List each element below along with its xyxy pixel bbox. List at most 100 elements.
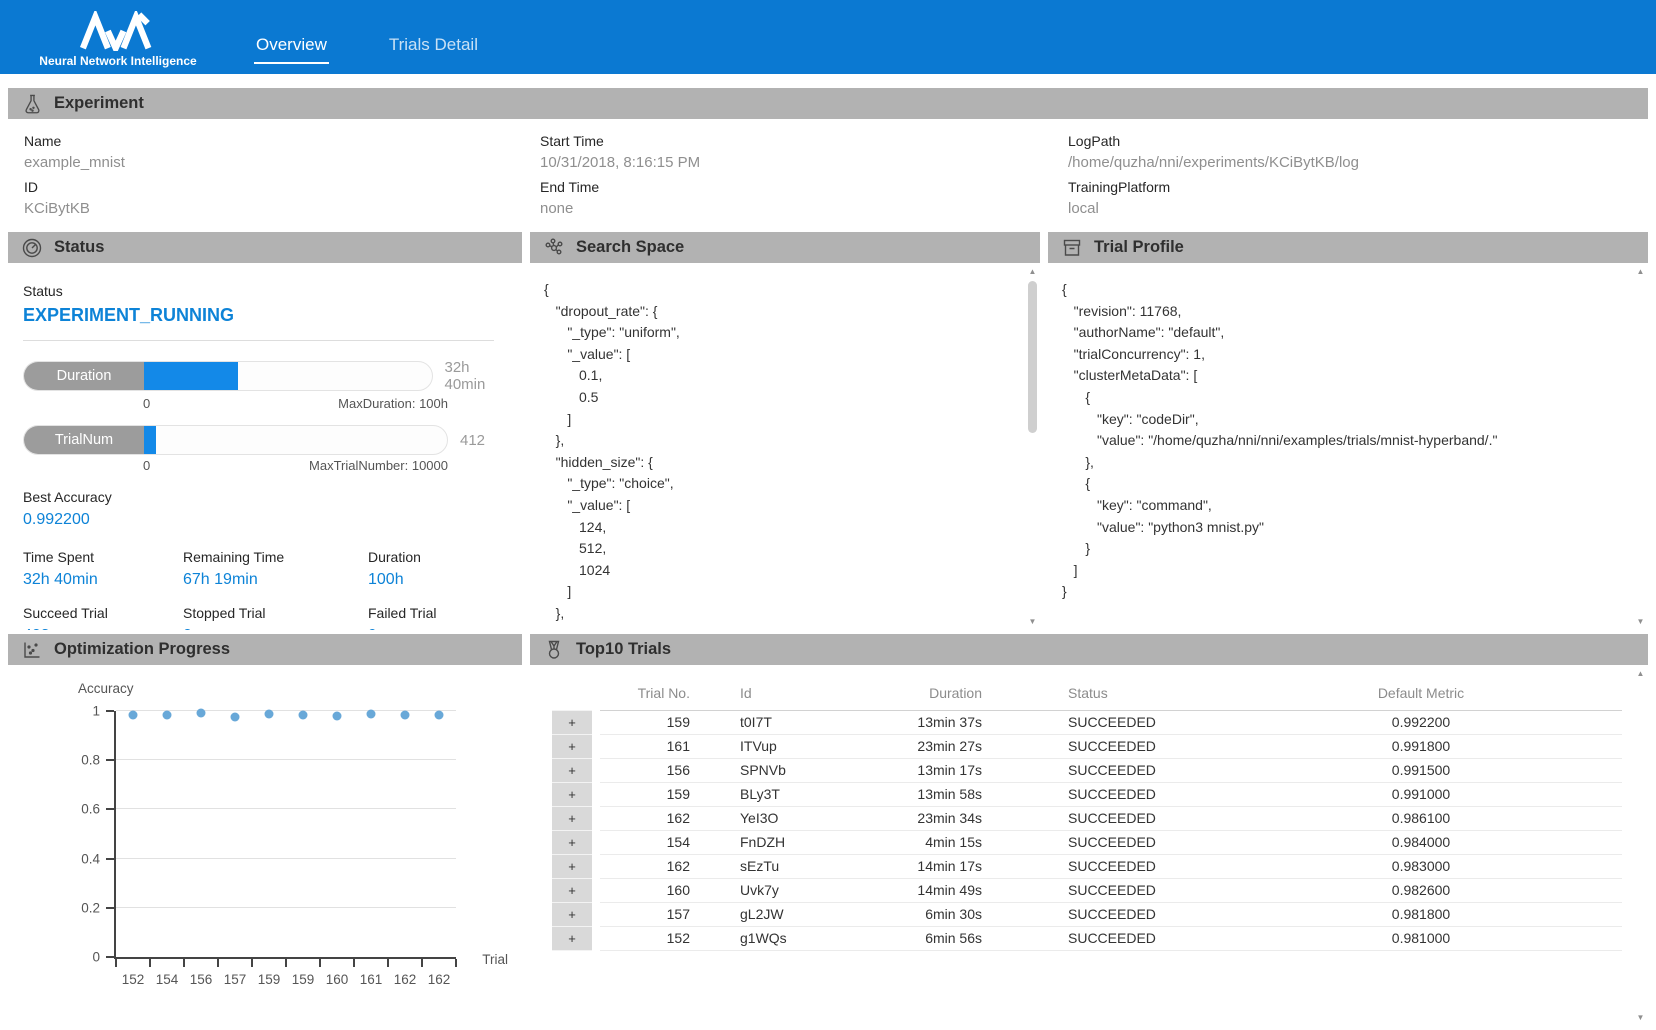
json-line: 512,	[544, 538, 1018, 560]
expand-row-button[interactable]: +	[552, 783, 592, 807]
data-point[interactable]	[163, 711, 172, 720]
expand-row-button[interactable]: +	[552, 903, 592, 927]
cell-default-metric: 0.991800	[1220, 735, 1622, 759]
status-badge: SUCCEEDED	[1000, 855, 1220, 879]
cell-default-metric: 0.986100	[1220, 807, 1622, 831]
experiment-info: Name example_mnist ID KCiBytKB Start Tim…	[8, 119, 1648, 232]
search-space-json[interactable]: { "dropout_rate": { "_type": "uniform", …	[530, 263, 1040, 630]
platform-label: TrainingPlatform	[1068, 179, 1632, 195]
data-point[interactable]	[231, 712, 240, 721]
cell-duration: 23min 34s	[840, 807, 1000, 831]
json-line: "authorName": "default",	[1062, 322, 1626, 344]
best-accuracy-value: 0.992200	[23, 511, 512, 529]
json-line: "_type": "choice",	[544, 473, 1018, 495]
cell-id: sEzTu	[690, 855, 840, 879]
scroll-up-icon[interactable]: ▲	[1634, 667, 1647, 680]
json-line: "key": "command",	[1062, 495, 1626, 517]
nni-brand: Neural Network Intelligence	[18, 11, 218, 74]
stat-value: 100h	[368, 571, 512, 589]
table-row: + 154 FnDZH 4min 15s SUCCEEDED 0.984000	[552, 831, 1622, 855]
cell-duration: 13min 37s	[840, 711, 1000, 735]
optimization-section-header: Optimization Progress	[8, 634, 522, 665]
x-axis-tick-label: 162	[394, 972, 417, 987]
scrollbar-thumb[interactable]	[1028, 281, 1037, 433]
search-space-scrollbar[interactable]: ▲ ▼	[1026, 265, 1039, 628]
json-line: "trialConcurrency": 1,	[1062, 344, 1626, 366]
start-time-value: 10/31/2018, 8:16:15 PM	[540, 154, 1068, 171]
status-state-label: Status	[23, 283, 512, 299]
expand-row-button[interactable]: +	[552, 711, 592, 735]
data-point[interactable]	[197, 709, 206, 718]
cell-default-metric: 0.984000	[1220, 831, 1622, 855]
tab-trials-detail[interactable]: Trials Detail	[387, 31, 480, 64]
data-point[interactable]	[265, 709, 274, 718]
expand-row-button[interactable]: +	[552, 879, 592, 903]
search-space-section-header: Search Space	[530, 232, 1040, 263]
trial-profile-json[interactable]: { "revision": 11768, "authorName": "defa…	[1048, 263, 1648, 603]
data-point[interactable]	[401, 710, 410, 719]
x-axis-tick-label: 156	[190, 972, 213, 987]
stat-label: Duration	[368, 549, 512, 565]
status-badge: SUCCEEDED	[1000, 711, 1220, 735]
cell-duration: 13min 17s	[840, 759, 1000, 783]
json-line: {	[1062, 279, 1626, 301]
chart-gridline	[116, 858, 456, 859]
status-panel: Status Status EXPERIMENT_RUNNING Duratio…	[8, 232, 522, 630]
status-badge: SUCCEEDED	[1000, 783, 1220, 807]
nni-logo	[79, 11, 157, 51]
scroll-up-icon[interactable]: ▲	[1634, 265, 1647, 278]
duration-progress-fill	[144, 362, 238, 390]
table-row: + 162 YeI3O 23min 34s SUCCEEDED 0.986100	[552, 807, 1622, 831]
json-line: ]	[544, 581, 1018, 603]
json-line: "clusterMetaData": [	[1062, 365, 1626, 387]
scroll-down-icon[interactable]: ▼	[1634, 615, 1647, 628]
trialnum-min: 0	[143, 458, 150, 473]
cell-id: t0I7T	[690, 711, 840, 735]
json-line: 1024	[544, 560, 1018, 582]
duration-progress-label: Duration	[24, 362, 144, 390]
stat-item: Duration 100h	[368, 549, 512, 589]
expand-row-button[interactable]: +	[552, 927, 592, 951]
x-axis-tick	[421, 959, 423, 967]
json-line: }	[1062, 538, 1626, 560]
top-nav-bar: Neural Network Intelligence Overview Tri…	[0, 0, 1656, 74]
duration-min: 0	[143, 396, 150, 411]
stat-item: Succeed Trial 403	[23, 605, 183, 630]
trial-profile-scrollbar[interactable]: ▲ ▼	[1634, 265, 1647, 628]
optimization-panel: Optimization Progress Accuracy 00.20.40.…	[8, 634, 522, 1026]
expand-row-button[interactable]: +	[552, 807, 592, 831]
scroll-down-icon[interactable]: ▼	[1026, 615, 1039, 628]
data-point[interactable]	[367, 710, 376, 719]
cell-id: g1WQs	[690, 927, 840, 951]
stat-value: 32h 40min	[23, 571, 183, 589]
data-point[interactable]	[333, 711, 342, 720]
stat-item: Time Spent 32h 40min	[23, 549, 183, 589]
table-row: + 162 sEzTu 14min 17s SUCCEEDED 0.983000	[552, 855, 1622, 879]
expand-row-button[interactable]: +	[552, 855, 592, 879]
table-row: + 159 t0I7T 13min 37s SUCCEEDED 0.992200	[552, 711, 1622, 735]
data-point[interactable]	[299, 710, 308, 719]
expand-row-button[interactable]: +	[552, 831, 592, 855]
data-point[interactable]	[129, 711, 138, 720]
y-axis-tick-label: 1	[92, 704, 100, 719]
trialnum-progress-value: 412	[460, 432, 485, 449]
trialnum-progress-track: TrialNum	[23, 425, 448, 455]
top10-title: Top10 Trials	[576, 640, 671, 659]
data-point[interactable]	[435, 711, 444, 720]
top10-section-header: Top10 Trials	[530, 634, 1648, 665]
json-line: 124,	[544, 517, 1018, 539]
tab-overview[interactable]: Overview	[254, 31, 329, 64]
trialnum-progress-label: TrialNum	[24, 426, 144, 454]
expand-row-button[interactable]: +	[552, 735, 592, 759]
top10-scrollbar[interactable]: ▲ ▼	[1634, 667, 1647, 1024]
y-axis-tick-label: 0.6	[81, 802, 100, 817]
brand-title: Neural Network Intelligence	[39, 54, 196, 68]
cell-default-metric: 0.991500	[1220, 759, 1622, 783]
x-axis-tick	[217, 959, 219, 967]
status-badge: SUCCEEDED	[1000, 879, 1220, 903]
expand-row-button[interactable]: +	[552, 759, 592, 783]
scroll-down-icon[interactable]: ▼	[1634, 1011, 1647, 1024]
scroll-up-icon[interactable]: ▲	[1026, 265, 1039, 278]
chart-xlabel: Trial	[482, 952, 508, 967]
json-line: },	[1062, 452, 1626, 474]
